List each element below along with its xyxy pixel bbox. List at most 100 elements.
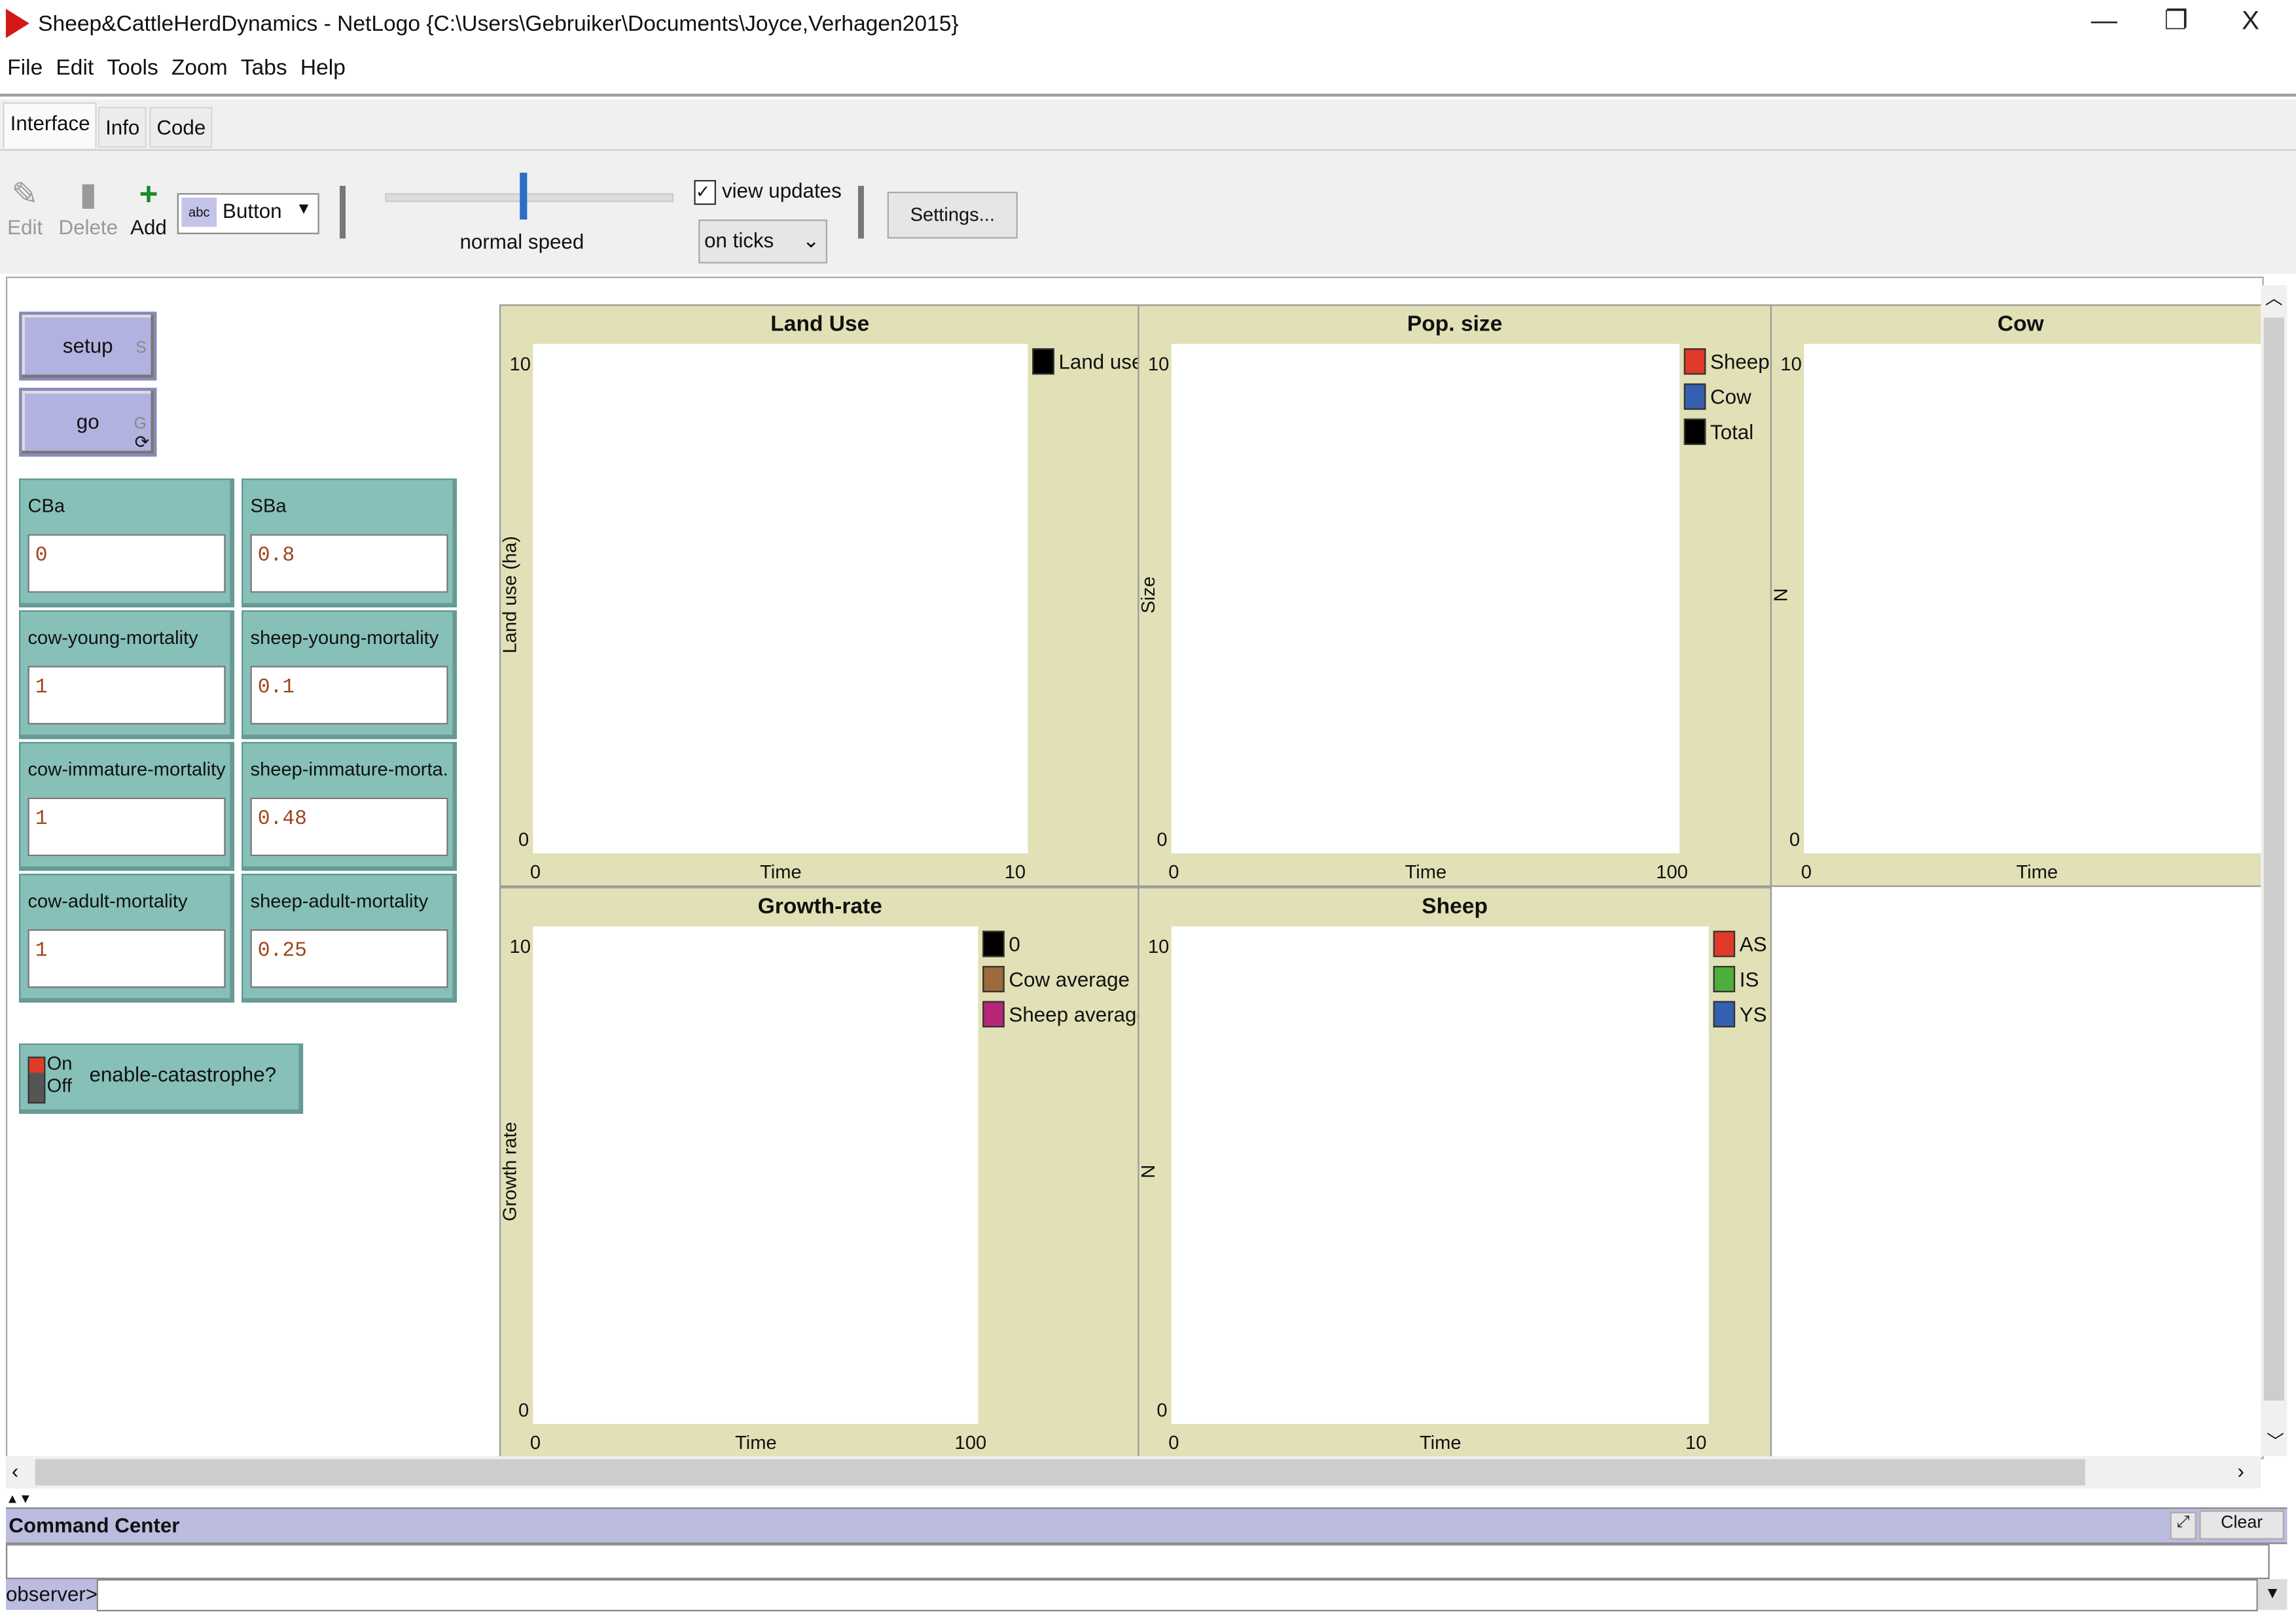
switch-on-label: On bbox=[46, 1052, 73, 1075]
scroll-right-icon[interactable]: › bbox=[2237, 1459, 2244, 1483]
maximize-button[interactable]: ❐ bbox=[2164, 6, 2188, 37]
add-label: Add bbox=[130, 215, 167, 239]
tab-info[interactable]: Info bbox=[98, 107, 147, 148]
trash-icon: ▮ bbox=[79, 175, 98, 213]
view-updates-label: view updates bbox=[721, 178, 842, 202]
input-field[interactable]: 0.48 bbox=[250, 797, 448, 857]
scroll-left-icon[interactable]: ‹ bbox=[12, 1459, 18, 1483]
settings-button[interactable]: Settings... bbox=[887, 191, 1018, 239]
input-label: CBa bbox=[27, 494, 65, 517]
legend-label: Cow bbox=[1710, 385, 1751, 408]
plot-legend: Sheep Cow Total bbox=[1683, 344, 1770, 450]
menu-tabs[interactable]: Tabs bbox=[241, 56, 287, 80]
toolbar: ✎ Edit ▮ Delete + Add abc Button ▼ normal s… bbox=[0, 151, 2296, 274]
speed-slider[interactable] bbox=[385, 193, 674, 202]
y-min-tick: 0 bbox=[1789, 828, 1801, 851]
input-field[interactable]: 0.1 bbox=[250, 666, 448, 724]
input-sheep-immature-morta-: sheep-immature-morta... 0.48 bbox=[242, 741, 457, 871]
divider bbox=[857, 186, 864, 239]
input-cow-immature-mortality: cow-immature-mortality 1 bbox=[19, 741, 234, 871]
x-axis-label: Time bbox=[1405, 860, 1447, 883]
input-label: SBa bbox=[250, 494, 287, 517]
edit-button[interactable]: ✎ Edit bbox=[7, 174, 43, 238]
clear-button[interactable]: Clear bbox=[2199, 1510, 2285, 1540]
delete-button[interactable]: ▮ Delete bbox=[58, 174, 118, 238]
close-button[interactable]: X bbox=[2242, 6, 2259, 37]
legend-label: IS bbox=[1739, 967, 1759, 991]
enable-catastrophe-switch[interactable]: On Off enable-catastrophe? bbox=[19, 1043, 304, 1114]
update-mode-dropdown[interactable]: on ticks ⌄ bbox=[698, 219, 828, 264]
plot-growth-rate: Growth-rate Growth rate 10 0 0 Time 100 … bbox=[499, 887, 1141, 1458]
input-field[interactable]: 1 bbox=[27, 929, 226, 988]
y-axis-label: Size bbox=[1138, 576, 1159, 614]
go-button[interactable]: go G ⟳ bbox=[19, 387, 157, 457]
forever-icon: ⟳ bbox=[134, 431, 150, 453]
x-max-tick: 10 bbox=[1004, 860, 1026, 883]
chevron-down-icon[interactable]: ▼ bbox=[2257, 1578, 2287, 1610]
command-input[interactable] bbox=[96, 1578, 2258, 1612]
scrollbar-thumb[interactable] bbox=[35, 1459, 2085, 1486]
plot-pop-size: Pop. size Size 10 0 0 Time 100 Sheep Cow T… bbox=[1138, 304, 1772, 887]
observer-prompt-selector[interactable]: observer> bbox=[5, 1578, 98, 1610]
plot-sheep: Sheep N 10 0 0 Time 10 AS IS YS bbox=[1138, 887, 1772, 1458]
input-label: cow-young-mortality bbox=[27, 626, 198, 649]
input-field[interactable]: 0.8 bbox=[250, 534, 448, 593]
menu-file[interactable]: File bbox=[7, 56, 43, 80]
tab-interface[interactable]: Interface bbox=[3, 102, 98, 148]
menu-zoom[interactable]: Zoom bbox=[171, 56, 228, 80]
legend-swatch bbox=[982, 965, 1005, 993]
y-axis-label: Growth rate bbox=[499, 1122, 521, 1222]
edit-label: Edit bbox=[7, 215, 43, 239]
input-field[interactable]: 0.25 bbox=[250, 929, 448, 988]
y-max-tick: 10 bbox=[509, 935, 531, 957]
y-max-tick: 10 bbox=[509, 352, 531, 375]
x-min-tick: 0 bbox=[1168, 1431, 1179, 1454]
horizontal-scrollbar[interactable]: ‹ › bbox=[5, 1456, 2261, 1489]
switch-toggle[interactable] bbox=[27, 1056, 46, 1104]
chevron-down-icon: ▼ bbox=[295, 200, 312, 219]
menu-edit[interactable]: Edit bbox=[56, 56, 94, 80]
setup-label: setup bbox=[62, 333, 113, 357]
x-max-tick: 10 bbox=[1685, 1431, 1707, 1454]
expand-icon[interactable]: ⤢ bbox=[2170, 1512, 2197, 1540]
input-field[interactable]: 1 bbox=[27, 666, 226, 724]
vertical-scrollbar[interactable]: ︿ ﹀ bbox=[2261, 285, 2287, 1457]
setup-button[interactable]: setup S bbox=[19, 312, 157, 381]
go-label: go bbox=[76, 410, 99, 433]
legend-swatch bbox=[1713, 1001, 1736, 1027]
plot-area bbox=[1171, 344, 1680, 853]
speed-slider-thumb[interactable] bbox=[520, 172, 528, 220]
legend-item: Cow average bbox=[982, 961, 1139, 997]
input-label: sheep-adult-mortality bbox=[250, 889, 429, 912]
legend-item: AS bbox=[1713, 927, 1767, 962]
delete-label: Delete bbox=[58, 215, 118, 239]
x-max-tick: 100 bbox=[954, 1431, 987, 1454]
menu-tools[interactable]: Tools bbox=[107, 56, 158, 80]
minimize-button[interactable]: — bbox=[2091, 6, 2117, 37]
input-field[interactable]: 1 bbox=[27, 797, 226, 857]
menu-bar: File Edit Tools Zoom Tabs Help bbox=[0, 56, 351, 91]
tab-code[interactable]: Code bbox=[149, 107, 213, 148]
scrollbar-thumb[interactable] bbox=[2263, 317, 2285, 1401]
x-max-tick: 100 bbox=[1656, 860, 1688, 883]
chevron-down-icon: ⌄ bbox=[802, 228, 820, 252]
input-sheep-young-mortality: sheep-young-mortality 0.1 bbox=[242, 610, 457, 740]
update-mode-value: on ticks bbox=[704, 228, 774, 252]
legend-item: YS bbox=[1713, 997, 1767, 1032]
add-button[interactable]: + Add bbox=[130, 174, 167, 238]
legend-swatch bbox=[1713, 931, 1736, 957]
input-field[interactable]: 0 bbox=[27, 534, 226, 593]
widget-type-dropdown[interactable]: abc Button ▼ bbox=[177, 193, 319, 234]
view-updates-checkbox[interactable]: ✓ bbox=[694, 180, 716, 205]
y-max-tick: 10 bbox=[1147, 935, 1170, 957]
plot-cow: Cow N 10 0 0 Time bbox=[1770, 304, 2271, 887]
legend-item: 0 bbox=[982, 927, 1139, 962]
command-center-title: Command Center bbox=[9, 1513, 180, 1537]
legend-swatch bbox=[1683, 348, 1706, 375]
menu-help[interactable]: Help bbox=[300, 56, 346, 80]
switch-label: enable-catastrophe? bbox=[89, 1062, 277, 1086]
x-axis-label: Time bbox=[760, 860, 802, 883]
resize-arrows-icon[interactable]: ▲▼ bbox=[6, 1491, 32, 1506]
input-sheep-adult-mortality: sheep-adult-mortality 0.25 bbox=[242, 874, 457, 1003]
widget-type-value: Button bbox=[223, 199, 282, 223]
